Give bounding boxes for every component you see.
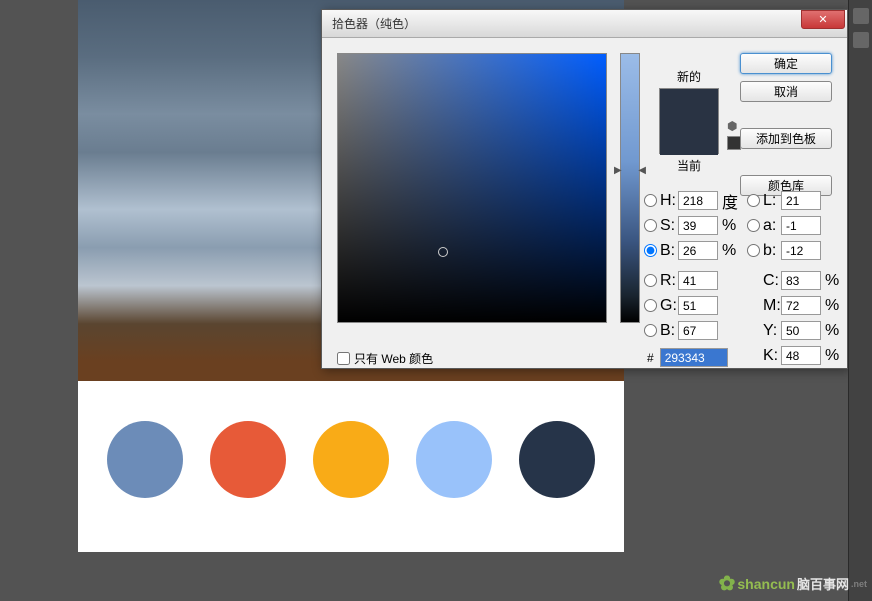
swatch-2[interactable] — [210, 421, 286, 498]
watermark-cn: 脑百事网 — [797, 574, 849, 593]
g-input[interactable] — [678, 296, 718, 315]
rgb-b-radio[interactable] — [644, 324, 657, 337]
warning-icons: ⬢ — [727, 120, 741, 150]
hex-group: # — [647, 348, 728, 367]
web-colors-only: 只有 Web 颜色 — [337, 350, 433, 367]
watermark: ✿ shancun 脑百事网 .net — [719, 571, 867, 596]
color-palette-row — [78, 381, 624, 538]
web-only-label: 只有 Web 颜色 — [354, 350, 433, 367]
new-color-swatch — [660, 89, 718, 122]
lab-b-radio[interactable] — [747, 244, 760, 257]
new-color-label: 新的 — [659, 68, 719, 85]
dialog-title: 拾色器（纯色） — [332, 15, 801, 32]
hsb-group: H: 度 S: % B: % — [644, 188, 736, 263]
panel-dock — [848, 0, 872, 601]
swatch-3[interactable] — [313, 421, 389, 498]
c-label: C: — [763, 272, 781, 290]
current-color-label: 当前 — [659, 157, 719, 174]
k-input[interactable] — [781, 346, 821, 365]
color-preview: 新的 当前 — [659, 68, 719, 174]
k-label: K: — [763, 347, 781, 365]
h-radio[interactable] — [644, 194, 657, 207]
leaf-icon: ✿ — [719, 571, 736, 596]
c-input[interactable] — [781, 271, 821, 290]
rgb-b-input[interactable] — [678, 321, 718, 340]
watermark-brand: shancun — [737, 576, 795, 592]
r-label: R: — [660, 272, 678, 290]
k-unit: % — [821, 347, 839, 365]
y-input[interactable] — [781, 321, 821, 340]
color-picker-dialog: 拾色器（纯色） ✕ ▶◀ 新的 当前 ⬢ 确定 取消 添加到色板 — [321, 9, 848, 369]
preview-swatch — [659, 88, 719, 154]
dialog-buttons: 确定 取消 添加到色板 颜色库 — [740, 53, 832, 196]
swatch-1[interactable] — [107, 421, 183, 498]
cancel-button[interactable]: 取消 — [740, 81, 832, 102]
h-label: H: — [660, 192, 678, 210]
h-input[interactable] — [678, 191, 718, 210]
s-unit: % — [718, 217, 736, 235]
m-unit: % — [821, 297, 839, 315]
l-label: L: — [763, 192, 781, 210]
lab-b-label: b: — [763, 242, 781, 260]
m-input[interactable] — [781, 296, 821, 315]
hue-slider[interactable] — [620, 53, 640, 323]
a-radio[interactable] — [747, 219, 760, 232]
b-label: B: — [660, 242, 678, 260]
web-only-checkbox[interactable] — [337, 352, 350, 365]
dialog-body: ▶◀ 新的 当前 ⬢ 确定 取消 添加到色板 颜色库 H: — [322, 38, 847, 368]
s-input[interactable] — [678, 216, 718, 235]
b-input[interactable] — [678, 241, 718, 260]
close-button[interactable]: ✕ — [801, 10, 845, 29]
hue-slider-handle[interactable]: ▶◀ — [614, 165, 646, 176]
lab-b-input[interactable] — [781, 241, 821, 260]
close-icon: ✕ — [818, 13, 827, 26]
y-label: Y: — [763, 322, 781, 340]
gamut-warning-icon[interactable]: ⬢ — [727, 120, 741, 132]
swatch-4[interactable] — [416, 421, 492, 498]
sv-cursor-icon — [438, 247, 448, 257]
m-label: M: — [763, 297, 781, 315]
add-to-swatches-button[interactable]: 添加到色板 — [740, 128, 832, 149]
g-radio[interactable] — [644, 299, 657, 312]
r-radio[interactable] — [644, 274, 657, 287]
s-label: S: — [660, 217, 678, 235]
hex-prefix: # — [647, 351, 654, 365]
web-safe-warning-icon[interactable] — [727, 136, 741, 150]
a-label: a: — [763, 217, 781, 235]
swatch-5[interactable] — [519, 421, 595, 498]
panel-icon[interactable] — [853, 8, 869, 24]
saturation-value-field[interactable] — [337, 53, 607, 323]
cmyk-group: C: % M: % Y: % K: % — [747, 268, 839, 368]
r-input[interactable] — [678, 271, 718, 290]
ok-button[interactable]: 确定 — [740, 53, 832, 74]
b-unit: % — [718, 242, 736, 260]
hex-input[interactable] — [660, 348, 728, 367]
rgb-b-label: B: — [660, 322, 678, 340]
lab-group: L: a: b: — [747, 188, 821, 263]
l-input[interactable] — [781, 191, 821, 210]
current-color-swatch[interactable] — [660, 122, 718, 155]
g-label: G: — [660, 297, 678, 315]
y-unit: % — [821, 322, 839, 340]
rgb-group: R: G: B: — [644, 268, 718, 343]
l-radio[interactable] — [747, 194, 760, 207]
panel-icon[interactable] — [853, 32, 869, 48]
a-input[interactable] — [781, 216, 821, 235]
c-unit: % — [821, 272, 839, 290]
s-radio[interactable] — [644, 219, 657, 232]
watermark-net: .net — [851, 579, 867, 589]
titlebar[interactable]: 拾色器（纯色） ✕ — [322, 10, 847, 38]
b-radio[interactable] — [644, 244, 657, 257]
h-unit: 度 — [718, 189, 736, 213]
